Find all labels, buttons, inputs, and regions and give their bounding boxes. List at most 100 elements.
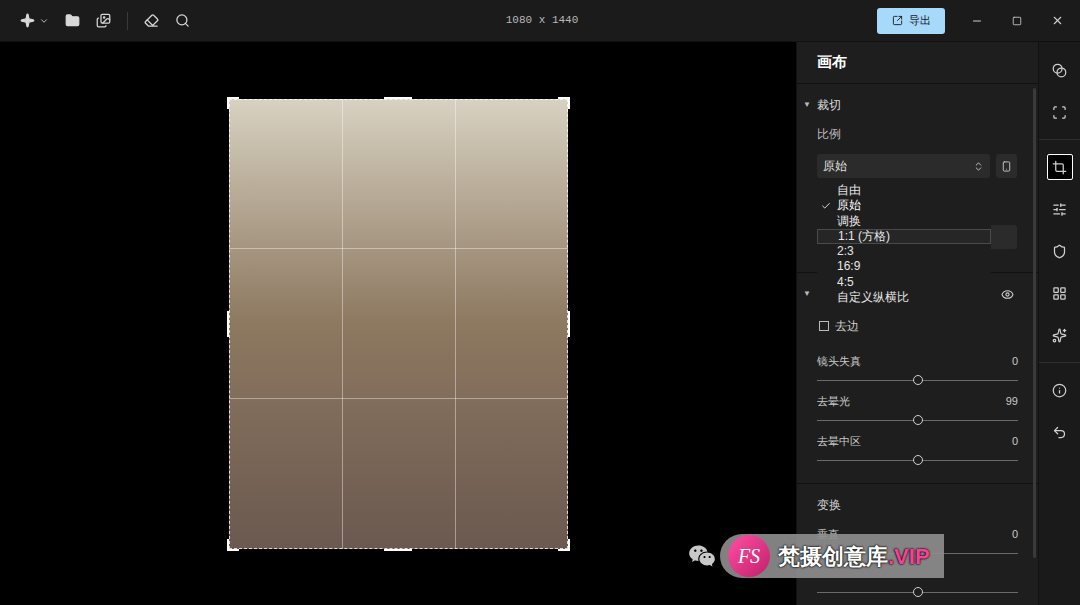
blend-icon	[1052, 63, 1067, 78]
slider-knob[interactable]	[913, 415, 923, 425]
checkbox[interactable]	[819, 321, 829, 331]
menu-label: 2:3	[837, 244, 854, 259]
ratio-menu-item[interactable]: 自定义纵横比	[817, 290, 991, 305]
sparkles-icon	[1052, 328, 1067, 343]
menu-label: 自由	[837, 183, 861, 198]
ratio-menu-item[interactable]: 原始	[817, 198, 991, 213]
export-icon	[892, 15, 903, 26]
section-divider	[797, 483, 1038, 484]
ratio-menu-item[interactable]: 2:3	[817, 244, 991, 259]
menu-label: 4:5	[837, 275, 854, 290]
slider-knob[interactable]	[913, 375, 923, 385]
ratio-menu-item[interactable]: 4:5	[817, 275, 991, 290]
crop-icon	[1052, 160, 1067, 175]
body: 画布▼裁切比例原始▼去边镜头失真0去晕光99去晕中区0变换垂直0自由原始调换1:…	[0, 42, 1080, 605]
tool-strip-item[interactable]	[1039, 314, 1080, 356]
remove-fringe-row[interactable]: 去边	[797, 314, 1038, 338]
crop-handle[interactable]	[227, 539, 239, 551]
tool-strip-item[interactable]	[1039, 230, 1080, 272]
slider-label: 去晕中区	[817, 433, 861, 450]
scrollbar[interactable]	[1033, 88, 1036, 558]
export-label: 导出	[909, 12, 931, 29]
tool-strip-item[interactable]	[1039, 91, 1080, 133]
tool-strip-item[interactable]	[1039, 411, 1080, 453]
transform-title: 变换	[797, 493, 1038, 517]
ratio-select[interactable]: 原始	[817, 154, 990, 178]
menu-label: 自定义纵横比	[837, 290, 909, 305]
crop-handle[interactable]	[384, 97, 412, 99]
slider-row: 去晕中区0	[797, 429, 1038, 469]
slider[interactable]	[817, 583, 1018, 601]
close-icon[interactable]	[1051, 14, 1064, 27]
eye-icon[interactable]	[1001, 288, 1014, 301]
slider[interactable]	[817, 411, 1018, 429]
section-toggle[interactable]: ▼	[803, 99, 817, 111]
crop-handle[interactable]	[227, 311, 229, 337]
crop-handle[interactable]	[558, 97, 570, 109]
slider[interactable]	[817, 451, 1018, 469]
tool-strip	[1038, 42, 1080, 605]
tool-strip-item[interactable]	[1039, 49, 1080, 91]
watermark: FS梵摄创意库.VIP	[688, 534, 944, 578]
image-icon[interactable]	[96, 13, 111, 28]
tool-strip-item[interactable]	[1039, 272, 1080, 314]
ratio-menu: 自由原始调换1:1 (方格)2:316:94:5自定义纵横比	[817, 183, 991, 305]
crop-frame[interactable]	[229, 99, 568, 549]
section-toggle[interactable]: ▼	[803, 288, 817, 300]
chevrons-icon	[973, 161, 984, 172]
crop-handle[interactable]	[384, 549, 412, 551]
ratio-label: 比例	[797, 122, 1038, 146]
slider-value: 0	[1012, 526, 1018, 543]
shield-icon	[1052, 244, 1067, 259]
tool-strip-item[interactable]	[1039, 188, 1080, 230]
info-icon	[1052, 383, 1067, 398]
toolbar-left	[0, 12, 506, 30]
crop-section-header[interactable]: ▼裁切	[797, 93, 1038, 117]
orientation-icon	[1001, 161, 1012, 172]
zoom-icon[interactable]	[175, 13, 190, 28]
crop-handle[interactable]	[558, 539, 570, 551]
toolbar-right: 导出	[578, 8, 1080, 34]
menu-label: 1:1 (方格)	[838, 229, 890, 244]
panel-header: 画布	[797, 42, 1038, 84]
crop-handle[interactable]	[568, 311, 570, 337]
slider-value: 0	[1012, 353, 1018, 370]
menu-label: 原始	[837, 198, 861, 213]
wechat-icon	[688, 542, 716, 570]
slider-knob[interactable]	[913, 455, 923, 465]
photo[interactable]	[229, 99, 568, 549]
top-bar: 1080 x 1440 导出	[0, 0, 1080, 42]
ratio-menu-item[interactable]: 调换	[817, 214, 991, 229]
slider-row: 镜头失真 0	[797, 338, 1038, 389]
menu-label: 16:9	[837, 259, 860, 274]
minimize-icon[interactable]	[971, 15, 983, 27]
scan-icon	[1052, 105, 1067, 120]
image-dimensions: 1080 x 1440	[506, 12, 579, 29]
tool-strip-item[interactable]	[1039, 146, 1080, 188]
export-button[interactable]: 导出	[877, 8, 945, 34]
menu-button[interactable]	[20, 13, 49, 28]
maximize-icon[interactable]	[1012, 16, 1022, 26]
tool-strip-item[interactable]	[1039, 369, 1080, 411]
slider-label-row: 去晕光99	[817, 391, 1018, 411]
watermark-suffix: .VIP	[888, 544, 930, 569]
side-panel: 画布▼裁切比例原始▼去边镜头失真0去晕光99去晕中区0变换垂直0自由原始调换1:…	[796, 42, 1038, 605]
strip-divider	[1039, 356, 1080, 369]
section-title: 裁切	[817, 96, 841, 114]
grid-line	[229, 398, 568, 399]
strip-divider	[1039, 133, 1080, 146]
ratio-value: 原始	[823, 157, 847, 175]
slider[interactable]	[817, 371, 1018, 389]
ratio-menu-item[interactable]: 16:9	[817, 259, 991, 274]
slider-knob[interactable]	[913, 587, 923, 597]
crop-handle[interactable]	[227, 97, 239, 109]
folder-icon[interactable]	[65, 13, 80, 28]
ratio-menu-item[interactable]: 自由	[817, 183, 991, 198]
slider-label: 镜头失真	[817, 353, 861, 370]
orientation-button[interactable]	[996, 154, 1017, 178]
menu-check	[821, 201, 837, 211]
ratio-row: 原始	[797, 154, 1038, 178]
eraser-icon[interactable]	[144, 13, 159, 28]
ratio-menu-item[interactable]: 1:1 (方格)	[817, 229, 991, 244]
chevron-down-icon	[39, 16, 49, 26]
